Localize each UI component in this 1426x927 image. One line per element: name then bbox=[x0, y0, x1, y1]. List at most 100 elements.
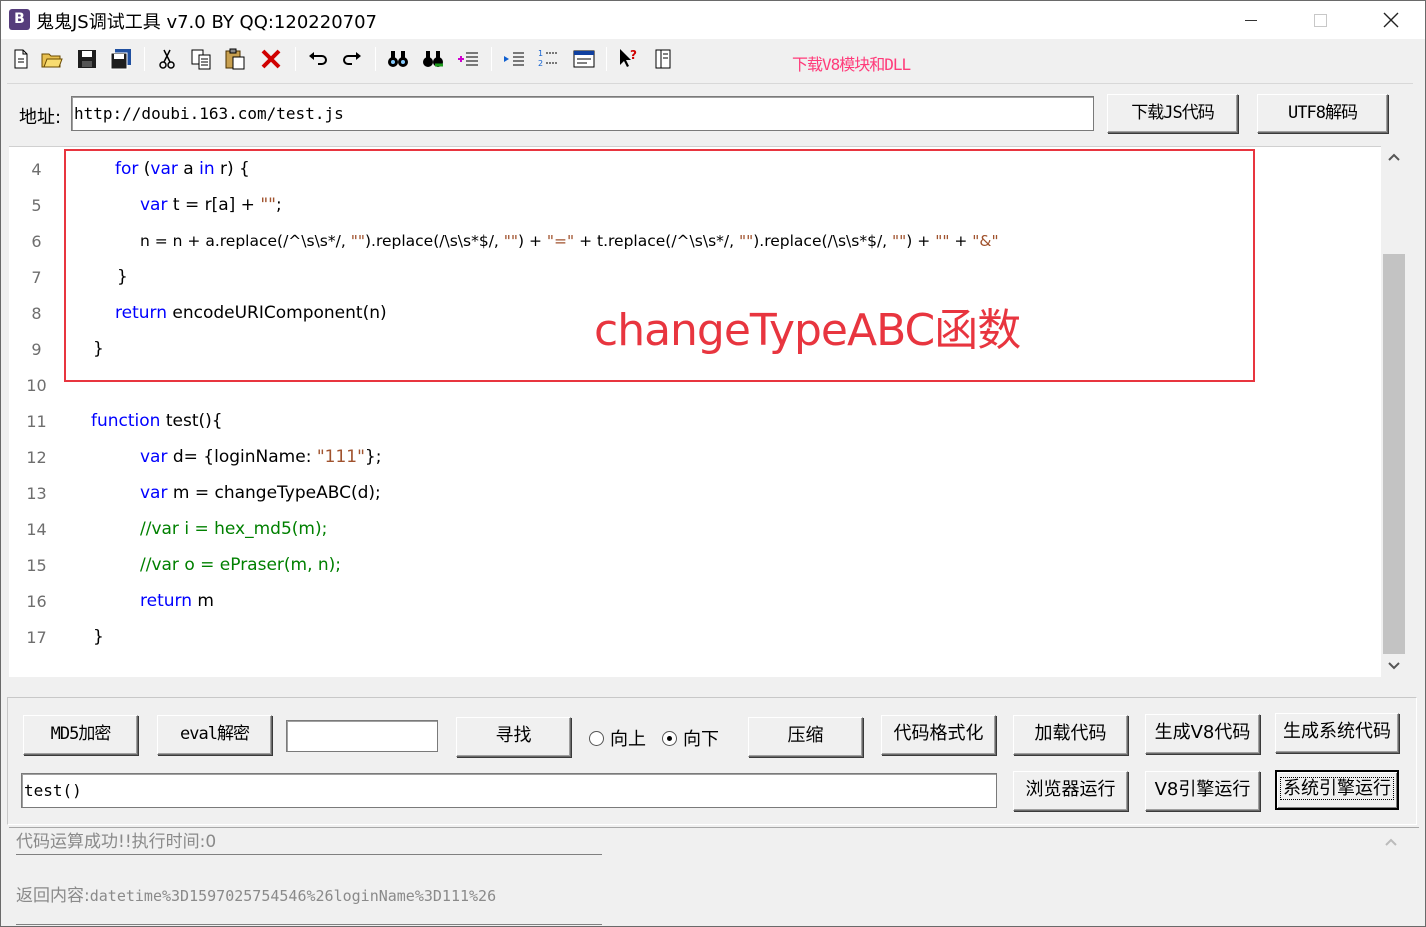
function-input[interactable]: test() bbox=[21, 773, 997, 808]
system-run-label: 系统引擎运行 bbox=[1280, 777, 1394, 800]
scrollbar-thumb[interactable] bbox=[1383, 254, 1405, 654]
copy-icon[interactable] bbox=[189, 47, 213, 71]
line-number: 16 bbox=[26, 592, 47, 611]
code-line: 15 //var o = ePraser(m, n); bbox=[9, 548, 1379, 584]
cut-icon[interactable] bbox=[155, 47, 179, 71]
redo-icon[interactable] bbox=[340, 47, 364, 71]
line-number: 9 bbox=[31, 340, 42, 359]
line-number: 5 bbox=[31, 196, 42, 215]
system-run-button[interactable]: 系统引擎运行 bbox=[1275, 770, 1399, 810]
replace-icon[interactable] bbox=[456, 47, 480, 71]
save-icon[interactable] bbox=[75, 47, 99, 71]
radio-up-dot bbox=[589, 731, 604, 746]
close-icon bbox=[1383, 12, 1399, 28]
toolbar-separator bbox=[606, 47, 607, 71]
scroll-up-icon[interactable] bbox=[1381, 146, 1407, 168]
window-title: 鬼鬼JS调试工具 v7.0 BY QQ:120220707 bbox=[36, 12, 378, 33]
output-divider bbox=[16, 854, 602, 855]
v8-run-button[interactable]: V8引擎运行 bbox=[1145, 771, 1260, 811]
code-text: var m = changeTypeABC(d); bbox=[140, 483, 381, 503]
code-line: 16 return m bbox=[9, 584, 1379, 620]
toolbar-separator bbox=[491, 47, 492, 71]
svg-text:1: 1 bbox=[538, 49, 543, 58]
code-line: 13 var m = changeTypeABC(d); bbox=[9, 476, 1379, 512]
code-line: 17 } bbox=[9, 620, 1379, 656]
paste-icon[interactable] bbox=[223, 47, 247, 71]
toolbar-separator bbox=[375, 47, 376, 71]
annotation-label: changeTypeABC函数 bbox=[594, 305, 1021, 356]
help-icon[interactable]: ? bbox=[617, 47, 641, 71]
panel-icon[interactable] bbox=[651, 47, 675, 71]
code-line: 11 function test(){ bbox=[9, 404, 1379, 440]
find-next-icon[interactable] bbox=[421, 47, 445, 71]
radio-down-dot bbox=[662, 731, 677, 746]
search-input[interactable] bbox=[286, 720, 438, 752]
save-all-icon[interactable] bbox=[109, 47, 133, 71]
numbered-list-icon[interactable]: 12 bbox=[536, 47, 560, 71]
undo-icon[interactable] bbox=[306, 47, 330, 71]
line-number: 4 bbox=[31, 160, 42, 179]
line-number: 13 bbox=[26, 484, 47, 503]
line-number: 15 bbox=[26, 556, 47, 575]
minimize-icon bbox=[1245, 20, 1257, 21]
code-text: function test(){ bbox=[91, 411, 223, 431]
utf8-decode-button[interactable]: UTF8解码 bbox=[1257, 94, 1388, 133]
editor-scrollbar[interactable] bbox=[1381, 146, 1407, 677]
output-panel bbox=[9, 827, 1419, 926]
app-icon: B bbox=[9, 9, 30, 30]
maximize-button[interactable] bbox=[1291, 1, 1351, 39]
window-icon[interactable] bbox=[572, 47, 596, 71]
eval-decrypt-button[interactable]: eval解密 bbox=[157, 715, 272, 755]
generate-v8-code-button[interactable]: 生成V8代码 bbox=[1145, 714, 1260, 754]
maximize-icon bbox=[1314, 14, 1327, 27]
find-button[interactable]: 寻找 bbox=[456, 717, 571, 757]
load-code-button[interactable]: 加载代码 bbox=[1013, 715, 1128, 755]
delete-icon[interactable] bbox=[259, 47, 283, 71]
find-icon[interactable] bbox=[386, 47, 410, 71]
toolbar: 12 ? bbox=[1, 41, 1425, 77]
minimize-button[interactable] bbox=[1221, 1, 1281, 39]
radio-down[interactable]: 向下 bbox=[662, 725, 719, 751]
code-text: var d= {loginName: "111"}; bbox=[140, 447, 382, 467]
code-text: //var i = hex_md5(m); bbox=[140, 519, 328, 539]
return-text: 返回内容:datetime%3D1597025754546%26loginNam… bbox=[16, 881, 496, 906]
scroll-down-icon[interactable] bbox=[1381, 655, 1407, 677]
radio-down-label: 向下 bbox=[683, 729, 719, 750]
address-label: 地址: bbox=[19, 107, 62, 128]
line-number: 11 bbox=[26, 412, 47, 431]
title-bar: B 鬼鬼JS调试工具 v7.0 BY QQ:120220707 bbox=[1, 1, 1425, 39]
code-text: } bbox=[93, 627, 104, 647]
format-code-button[interactable]: 代码格式化 bbox=[881, 715, 996, 755]
toolbar-separator bbox=[144, 47, 145, 71]
md5-encrypt-button[interactable]: MD5加密 bbox=[23, 715, 138, 755]
new-file-icon[interactable] bbox=[9, 47, 33, 71]
download-v8-link[interactable]: 下载V8模块和DLL bbox=[792, 51, 911, 75]
status-text: 代码运算成功!!执行时间:0 bbox=[16, 832, 217, 852]
address-input[interactable]: http://doubi.163.com/test.js bbox=[71, 96, 1094, 131]
line-number: 6 bbox=[31, 232, 42, 251]
radio-up[interactable]: 向上 bbox=[589, 725, 646, 751]
line-number: 8 bbox=[31, 304, 42, 323]
return-value: datetime%3D1597025754546%26loginName%3D1… bbox=[89, 887, 497, 905]
line-number: 14 bbox=[26, 520, 47, 539]
app-window: B 鬼鬼JS调试工具 v7.0 BY QQ:120220707 1 2 ? 下载… bbox=[0, 0, 1426, 927]
svg-text:2: 2 bbox=[538, 59, 543, 68]
radio-up-label: 向上 bbox=[610, 729, 646, 750]
return-label: 返回内容: bbox=[16, 886, 90, 906]
svg-text:?: ? bbox=[630, 48, 637, 62]
line-number: 10 bbox=[26, 376, 47, 395]
code-text: //var o = ePraser(m, n); bbox=[140, 555, 342, 575]
toolbar-separator bbox=[295, 47, 296, 71]
browser-run-button[interactable]: 浏览器运行 bbox=[1013, 771, 1128, 811]
output-scroll-up-icon[interactable] bbox=[1379, 827, 1403, 926]
output-divider bbox=[16, 924, 602, 925]
indent-icon[interactable] bbox=[502, 47, 526, 71]
generate-system-code-button[interactable]: 生成系统代码 bbox=[1275, 713, 1399, 753]
compress-button[interactable]: 压缩 bbox=[748, 717, 863, 757]
close-button[interactable] bbox=[1361, 1, 1421, 39]
code-line: 12 var d= {loginName: "111"}; bbox=[9, 440, 1379, 476]
code-line: 14 //var i = hex_md5(m); bbox=[9, 512, 1379, 548]
line-number: 17 bbox=[26, 628, 47, 647]
open-folder-icon[interactable] bbox=[40, 47, 64, 71]
download-js-button[interactable]: 下载JS代码 bbox=[1107, 94, 1238, 133]
